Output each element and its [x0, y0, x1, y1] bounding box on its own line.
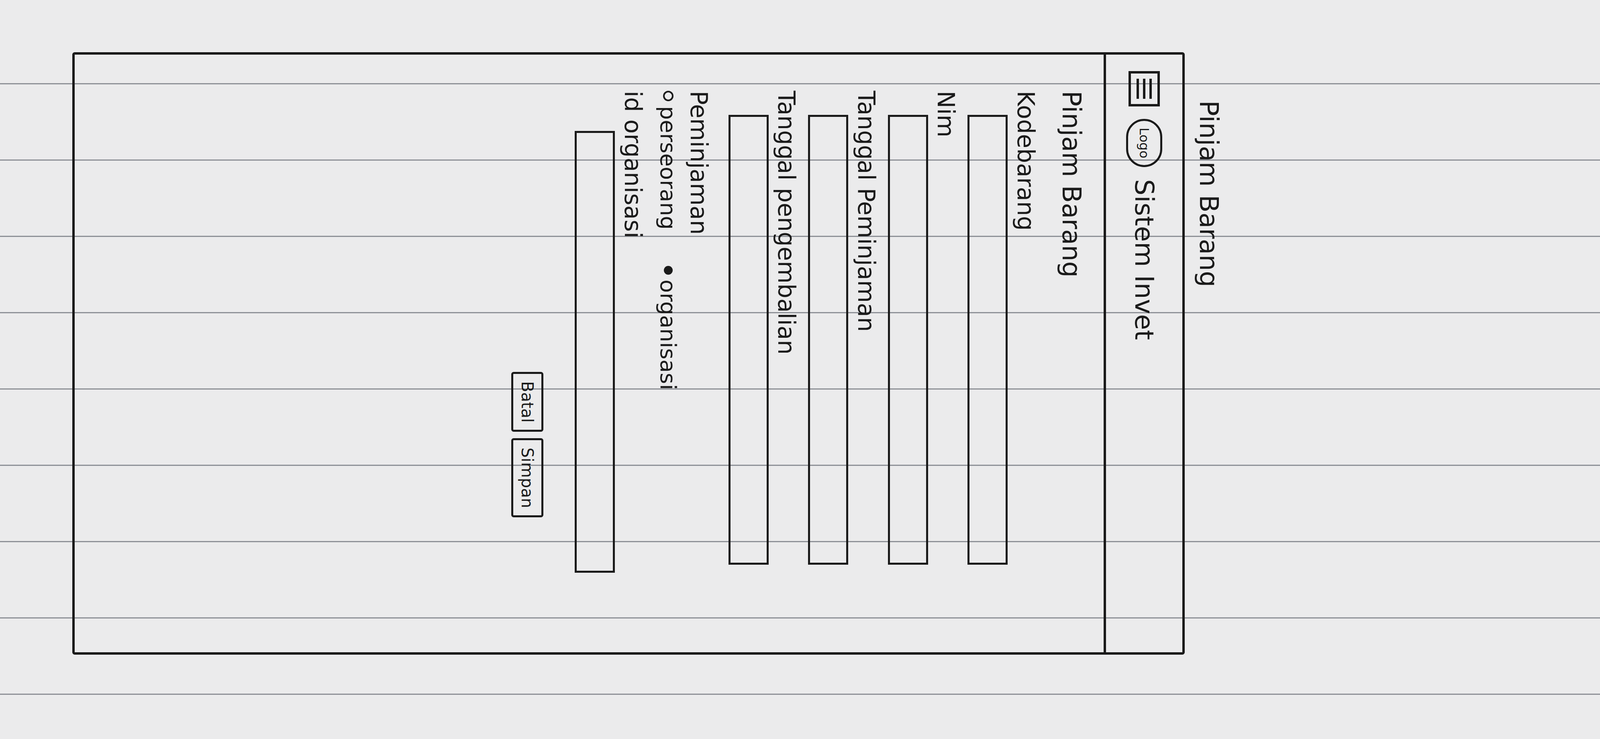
radio-group: Peminjamanperseorang organisasi	[654, 90, 722, 617]
radio-label: organisasi	[654, 279, 682, 390]
field-input[interactable]	[808, 114, 849, 565]
field-input[interactable]	[728, 114, 769, 565]
field-label: id organisasi	[618, 90, 648, 617]
paper-line	[0, 542, 1600, 619]
field-label: Nim	[931, 90, 961, 617]
field-input[interactable]	[575, 130, 616, 573]
wireframe-sketch: Pinjam Barang Logo Sistem Invet Pinjam Bara…	[72, 52, 1225, 655]
phone-frame: Logo Sistem Invet Pinjam BarangKodebarang N…	[72, 52, 1185, 655]
paper-line	[0, 618, 1600, 695]
field-input[interactable]	[887, 114, 929, 565]
form-body: Pinjam BarangKodebarang Nim Tanggal Peminj…	[511, 54, 1105, 653]
radio-options: perseorang organisasi	[654, 90, 682, 617]
form-field: Tanggal pengembalian	[728, 90, 802, 617]
form-button[interactable]: Batal	[511, 371, 544, 432]
button-row: Batal Simpan	[511, 90, 568, 617]
app-bar: Logo Sistem Invet	[1103, 54, 1183, 653]
paper-page: Pinjam Barang Logo Sistem Invet Pinjam Bara…	[0, 0, 1600, 739]
field-label: Tanggal Peminjaman	[851, 90, 882, 617]
field-label: Tanggal pengembalian	[771, 90, 802, 617]
paper-line	[0, 8, 1600, 85]
radio-group-label: Peminjaman	[684, 90, 714, 617]
form-field: id organisasi	[575, 90, 648, 617]
radio-label: perseorang	[654, 106, 682, 230]
radio-option[interactable]: perseorang	[654, 90, 682, 230]
form-field: Tanggal Peminjaman	[808, 90, 882, 617]
field-label: Kodebarang	[1011, 90, 1041, 617]
paper-line	[0, 465, 1600, 543]
radio-button[interactable]	[663, 265, 673, 275]
app-logo: Logo	[1126, 118, 1163, 168]
page-title: Pinjam Barang	[1184, 52, 1225, 655]
form-field: Kodebarang	[967, 90, 1041, 617]
paper-line	[0, 694, 1600, 739]
radio-button[interactable]	[663, 90, 674, 102]
menu-icon[interactable]	[1128, 70, 1161, 107]
form-field: Nim	[887, 90, 961, 617]
field-input[interactable]	[967, 114, 1009, 565]
form-button[interactable]: Simpan	[511, 438, 544, 518]
paper-line	[0, 389, 1600, 466]
form-heading: Pinjam Barang	[1047, 90, 1088, 617]
app-title: Sistem Invet	[1128, 179, 1161, 341]
radio-option[interactable]: organisasi	[654, 265, 682, 390]
